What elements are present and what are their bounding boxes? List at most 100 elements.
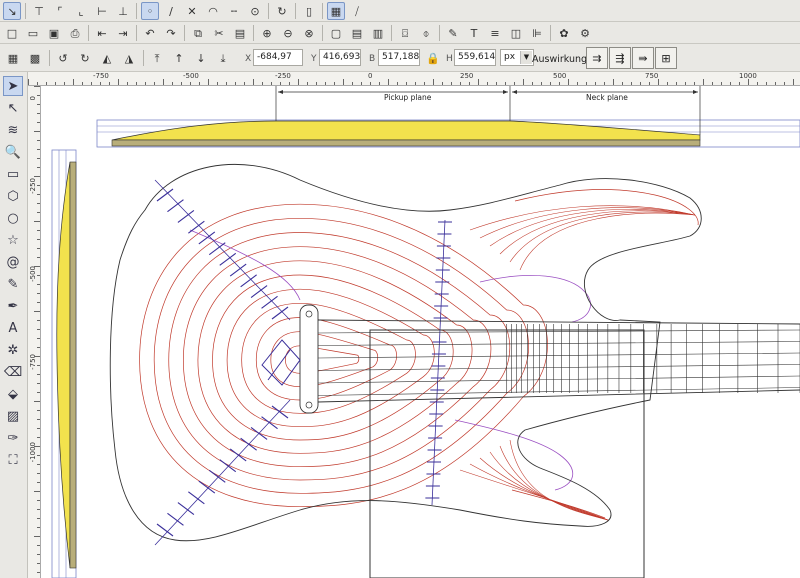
gradient-tool[interactable]: ▨	[3, 406, 23, 426]
redo-icon[interactable]: ↷	[162, 24, 180, 42]
snap-line-midpoint-icon[interactable]: ╌	[225, 2, 243, 20]
undo-icon[interactable]: ↶	[141, 24, 159, 42]
flip-horizontal-icon[interactable]: ◭	[98, 49, 116, 67]
rotate-cw-icon[interactable]: ↻	[76, 49, 94, 67]
rotate-ccw-icon[interactable]: ↺	[54, 49, 72, 67]
print-icon[interactable]: ⎙	[66, 24, 84, 42]
connector-tool[interactable]: ⛶	[3, 450, 23, 470]
dropper-tool[interactable]: ✑	[3, 428, 23, 448]
snap-intersection-icon[interactable]: ✕	[183, 2, 201, 20]
toolbar-separator	[268, 3, 269, 19]
snap-page-icon[interactable]: ▯	[300, 2, 318, 20]
x-field[interactable]: -684,97	[253, 49, 303, 66]
contour-line	[499, 445, 609, 521]
save-icon[interactable]: ▣	[45, 24, 63, 42]
ruler-tick	[442, 82, 443, 85]
unit-select[interactable]: px ▼	[500, 49, 534, 66]
ruler-tick	[37, 437, 40, 438]
ruler-tick	[604, 82, 605, 85]
new-icon[interactable]: □	[3, 24, 21, 42]
scale-corners-button[interactable]: ⇶	[609, 47, 631, 69]
spray-tool[interactable]: ✲	[3, 340, 23, 360]
select-tool[interactable]: ➤	[3, 76, 23, 96]
fill-stroke-icon[interactable]: ✎	[444, 24, 462, 42]
ruler-tick	[343, 79, 344, 85]
ruler-tick	[514, 82, 515, 85]
ellipse-tool[interactable]: ○	[3, 208, 23, 228]
paste-icon[interactable]: ▤	[231, 24, 249, 42]
rectangle-tool[interactable]: ▭	[3, 164, 23, 184]
zoom-drawing-icon[interactable]: ⊖	[279, 24, 297, 42]
zoom-tool[interactable]: 🔍	[3, 142, 23, 162]
align-icon[interactable]: ⊫	[528, 24, 546, 42]
y-field[interactable]: 416,693	[319, 49, 361, 66]
cut-icon[interactable]: ✂	[210, 24, 228, 42]
export-icon[interactable]: ⇥	[114, 24, 132, 42]
paint-bucket-tool[interactable]: ⬙	[3, 384, 23, 404]
unlink-clone-icon[interactable]: ▥	[369, 24, 387, 42]
pencil-tool[interactable]: ✎	[3, 274, 23, 294]
ruler-tick	[37, 212, 40, 213]
group-icon[interactable]: ⌼	[396, 24, 414, 42]
ruler-tick	[631, 82, 632, 85]
ruler-tick	[37, 545, 40, 546]
xml-editor-icon[interactable]: ◫	[507, 24, 525, 42]
lower-icon[interactable]: ↓	[192, 49, 210, 67]
ungroup-icon[interactable]: ⌽	[417, 24, 435, 42]
height-field[interactable]: 559,614	[454, 49, 496, 66]
clone-icon[interactable]: ▤	[348, 24, 366, 42]
preferences-icon[interactable]: ✿	[555, 24, 573, 42]
snap-object-center-icon[interactable]: ⊙	[246, 2, 264, 20]
tweak-tool[interactable]: ≋	[3, 120, 23, 140]
lock-icon[interactable]: 🔒	[424, 49, 442, 67]
ruler-tick	[208, 79, 209, 85]
snap-path-icon[interactable]: ∕	[162, 2, 180, 20]
select-all-layers-icon[interactable]: ▩	[26, 49, 44, 67]
drawing	[51, 86, 800, 578]
zoom-selection-icon[interactable]: ⊕	[258, 24, 276, 42]
raise-icon[interactable]: ↑	[170, 49, 188, 67]
lower-bottom-icon[interactable]: ⤓	[214, 49, 232, 67]
layers-icon[interactable]: ≡	[486, 24, 504, 42]
raise-top-icon[interactable]: ⤒	[148, 49, 166, 67]
toolbar-separator	[322, 3, 323, 19]
snap-center-icon[interactable]: ⊥	[114, 2, 132, 20]
import-icon[interactable]: ⇤	[93, 24, 111, 42]
zoom-page-icon[interactable]: ⊗	[300, 24, 318, 42]
width-field[interactable]: 517,188	[378, 49, 420, 66]
vertical-ruler: 0 -250 -500 -750 -1000	[28, 86, 41, 578]
snap-edge-icon[interactable]: ⌜	[51, 2, 69, 20]
snap-grid-icon[interactable]: ▦	[327, 2, 345, 20]
eraser-tool[interactable]: ⌫	[3, 362, 23, 382]
snap-smooth-icon[interactable]: ◠	[204, 2, 222, 20]
contour-line	[153, 217, 529, 494]
move-gradients-button[interactable]: ⇛	[632, 47, 654, 69]
copy-icon[interactable]: ⧉	[189, 24, 207, 42]
snap-bbox-icon[interactable]: ⊤	[30, 2, 48, 20]
text-font-icon[interactable]: T	[465, 24, 483, 42]
snap-midpoint-icon[interactable]: ⊢	[93, 2, 111, 20]
node-snap-icon[interactable]: ↘	[3, 2, 21, 20]
canvas[interactable]: Pickup plane Neck plane	[41, 86, 800, 578]
open-icon[interactable]: ▭	[24, 24, 42, 42]
document-properties-icon[interactable]: ⚙	[576, 24, 594, 42]
flip-vertical-icon[interactable]: ◮	[120, 49, 138, 67]
move-patterns-button[interactable]: ⊞	[655, 47, 677, 69]
star-tool[interactable]: ☆	[3, 230, 23, 250]
snap-rotation-icon[interactable]: ↻	[273, 2, 291, 20]
duplicate-icon[interactable]: ▢	[327, 24, 345, 42]
calligraphy-tool[interactable]: ✒	[3, 296, 23, 316]
ruler-tick	[37, 410, 40, 411]
select-all-icon[interactable]: ▦	[4, 49, 22, 67]
spiral-tool[interactable]: @	[3, 252, 23, 272]
node-tool[interactable]: ↖	[3, 98, 23, 118]
snap-corner-icon[interactable]: ⌞	[72, 2, 90, 20]
ruler-tick	[622, 82, 623, 85]
3d-box-tool[interactable]: ⬡	[3, 186, 23, 206]
snap-guide-icon[interactable]: ⧸	[348, 2, 366, 20]
snap-node-icon[interactable]: ◦	[141, 2, 159, 20]
text-tool[interactable]: A	[3, 318, 23, 338]
ruler-tick	[379, 82, 380, 85]
left-profile-base	[69, 161, 77, 569]
scale-stroke-button[interactable]: ⇉	[586, 47, 608, 69]
